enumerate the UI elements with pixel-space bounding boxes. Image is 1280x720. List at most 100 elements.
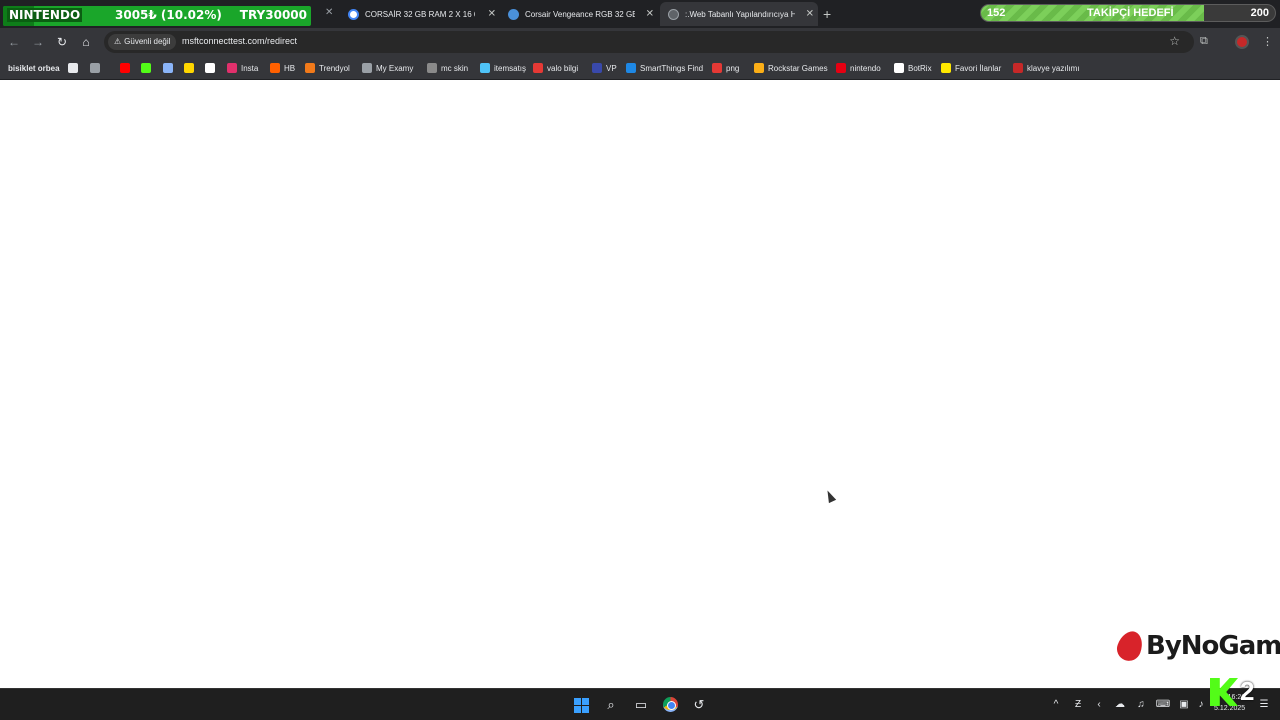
trendyol-icon bbox=[305, 63, 315, 73]
rockstar-icon bbox=[754, 63, 764, 73]
network-icon[interactable]: ▣ bbox=[1176, 697, 1192, 713]
menu-kebab-icon[interactable]: ⋮ bbox=[1262, 35, 1273, 48]
bynogame-text: ByNoGame bbox=[1146, 631, 1280, 661]
tab-strip: NINTENDO 3005₺ (10.02%) TRY30000 ✕ CORSA… bbox=[0, 0, 1280, 28]
bookmark-item[interactable]: bisiklet orbea bbox=[8, 61, 60, 75]
security-label: Güvenli değil bbox=[124, 37, 171, 46]
bynogame-watermark: ByNoGame bbox=[1113, 627, 1280, 665]
bookmark-star-icon[interactable]: ☆ bbox=[1169, 34, 1180, 48]
volume-icon[interactable]: ♪ bbox=[1193, 697, 1209, 713]
bookmark-label: HB bbox=[284, 63, 296, 73]
close-icon[interactable]: ✕ bbox=[806, 9, 814, 20]
bookmark-item[interactable] bbox=[68, 61, 82, 75]
new-tab-button[interactable]: + bbox=[823, 6, 831, 22]
start-button-icon[interactable] bbox=[574, 698, 589, 713]
reload-button[interactable]: ↻ bbox=[54, 34, 70, 50]
instagram-icon bbox=[227, 63, 237, 73]
x-icon bbox=[205, 63, 215, 73]
bookmark-item[interactable]: nintendo bbox=[836, 61, 881, 75]
forward-button[interactable]: → bbox=[30, 34, 46, 50]
bookmark-item[interactable]: mc skin bbox=[427, 61, 468, 75]
bookmark-item[interactable]: Insta bbox=[227, 61, 258, 75]
bookmark-item[interactable]: klavye yazılımı bbox=[1013, 61, 1079, 75]
mouse-cursor-icon bbox=[823, 488, 837, 504]
donation-goal: TRY30000 bbox=[239, 8, 307, 22]
donation-amount: 3005₺ (10.02%) bbox=[115, 8, 222, 22]
bookmark-item[interactable]: png bbox=[712, 61, 739, 75]
bookmarks-bar: bisiklet orbea Insta HB Trendyol My Examy mc … bbox=[0, 56, 1280, 80]
security-indicator[interactable]: ⚠ Güvenli değil bbox=[108, 34, 177, 50]
bookmark-label: My Examy bbox=[376, 63, 414, 73]
task-view-icon[interactable]: ▭ bbox=[633, 697, 649, 713]
home-button[interactable]: ⌂ bbox=[78, 34, 94, 50]
bookmark-item[interactable]: SmartThings Find bbox=[626, 61, 703, 75]
hb-icon bbox=[270, 63, 280, 73]
vp-icon bbox=[592, 63, 602, 73]
tab-web-configurator[interactable]: :.Web Tabanlı Yapılandırıcıya Ho ✕ bbox=[660, 2, 818, 26]
tab-title: CORSAİR 32 GB RAM 2 X 16 60 bbox=[365, 9, 475, 19]
close-icon[interactable]: ✕ bbox=[646, 9, 654, 20]
bookmark-item[interactable]: Favori İlanlar bbox=[941, 61, 1001, 75]
globe-icon bbox=[668, 8, 679, 20]
bookmark-item[interactable]: BotRix bbox=[894, 61, 932, 75]
search-icon[interactable]: ⌕ bbox=[603, 697, 619, 713]
tray-app-icon[interactable]: Ƶ bbox=[1070, 697, 1086, 713]
bookmark-label: valo bilgi bbox=[547, 63, 579, 73]
follower-current: 152 bbox=[987, 7, 1006, 19]
microphone-icon[interactable]: ♫ bbox=[1133, 697, 1149, 713]
png-icon bbox=[712, 63, 722, 73]
bookmark-item[interactable] bbox=[184, 61, 198, 75]
s-icon bbox=[184, 63, 194, 73]
cloud-icon[interactable]: ☁ bbox=[1112, 697, 1128, 713]
nintendo-icon bbox=[836, 63, 846, 73]
app-taskbar-icon[interactable]: ↺ bbox=[691, 697, 707, 713]
tab-title: Corsair Vengeance RGB 32 GB bbox=[525, 9, 635, 19]
warning-icon: ⚠ bbox=[114, 37, 122, 46]
tab-corsair-vengeance[interactable]: Corsair Vengeance RGB 32 GB ✕ bbox=[500, 4, 658, 24]
address-bar[interactable]: ⚠ Güvenli değil msftconnecttest.com/redi… bbox=[104, 31, 1194, 53]
itemsatis-icon bbox=[480, 63, 490, 73]
extensions-icon[interactable]: ⧉ bbox=[1200, 35, 1208, 48]
bookmark-label: itemsatış bbox=[494, 63, 527, 73]
chrome-taskbar-icon[interactable] bbox=[663, 697, 678, 712]
keyboard-icon[interactable]: ⌨ bbox=[1155, 697, 1171, 713]
bookmark-item[interactable]: Trendyol bbox=[305, 61, 350, 75]
examy-icon bbox=[362, 63, 372, 73]
bookmark-label: bisiklet orbea bbox=[8, 63, 60, 73]
valo-icon bbox=[533, 63, 543, 73]
profile-avatar[interactable] bbox=[1235, 35, 1249, 49]
bookmark-item[interactable]: Rockstar Games bbox=[754, 61, 828, 75]
follower-goal-label: TAKİPÇİ HEDEFİ bbox=[1087, 7, 1174, 19]
youtube-icon bbox=[120, 63, 130, 73]
bookmark-item[interactable] bbox=[141, 61, 155, 75]
kick-icon bbox=[141, 63, 151, 73]
tab-title: :.Web Tabanlı Yapılandırıcıya Ho bbox=[685, 9, 795, 19]
google-icon bbox=[348, 8, 359, 20]
chevron-up-icon[interactable]: ^ bbox=[1048, 697, 1064, 713]
tray-app-icon[interactable]: ‹ bbox=[1091, 697, 1107, 713]
bookmark-item[interactable]: VP bbox=[592, 61, 617, 75]
follower-goal-overlay: 152 TAKİPÇİ HEDEFİ 200 bbox=[980, 4, 1276, 22]
follower-goal-target: 200 bbox=[1250, 7, 1269, 19]
bookmark-item[interactable]: HB bbox=[270, 61, 295, 75]
bookmark-label: klavye yazılımı bbox=[1027, 63, 1080, 73]
bynogame-logo-icon bbox=[1113, 627, 1147, 665]
page-content bbox=[0, 80, 1280, 688]
bookmark-item[interactable] bbox=[90, 61, 104, 75]
donation-goal-overlay: NINTENDO 3005₺ (10.02%) TRY30000 bbox=[3, 6, 311, 26]
keyboard-icon bbox=[1013, 63, 1023, 73]
bookmark-item[interactable]: valo bilgi bbox=[533, 61, 578, 75]
bookmark-label: mc skin bbox=[441, 63, 469, 73]
bookmark-label: Favori İlanlar bbox=[955, 63, 1002, 73]
bookmark-item[interactable]: itemsatış bbox=[480, 61, 526, 75]
bookmark-item[interactable]: My Examy bbox=[362, 61, 413, 75]
bookmark-item[interactable] bbox=[205, 61, 219, 75]
bookmark-item[interactable] bbox=[120, 61, 134, 75]
tab-corsair-ram[interactable]: CORSAİR 32 GB RAM 2 X 16 60 ✕ bbox=[340, 4, 500, 24]
back-button[interactable]: ← bbox=[6, 34, 22, 50]
bookmark-label: VP bbox=[606, 63, 617, 73]
bookmark-item[interactable] bbox=[163, 61, 177, 75]
tab-close-icon[interactable]: ✕ bbox=[325, 7, 333, 18]
bookmark-label: Insta bbox=[241, 63, 259, 73]
close-icon[interactable]: ✕ bbox=[488, 9, 496, 20]
